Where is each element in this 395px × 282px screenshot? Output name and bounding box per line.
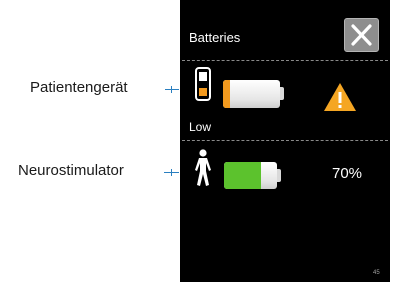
close-x-icon <box>351 24 372 46</box>
patient-device-battery-tip <box>280 87 284 100</box>
patient-device-battery-fill <box>223 80 230 108</box>
row-divider <box>182 140 388 141</box>
device-screen: Batteries Low 70% 45 <box>180 0 390 282</box>
header-divider <box>182 60 388 61</box>
patient-device-battery <box>223 80 280 108</box>
warning-triangle-icon <box>324 83 356 111</box>
version-label: 45 <box>373 270 380 276</box>
patient-device-callout-tick <box>171 86 172 93</box>
patient-device-callout-label: Patientengerät <box>30 79 128 96</box>
neurostimulator-battery-tip <box>277 169 281 182</box>
neurostimulator-battery-fill <box>224 162 262 189</box>
neurostimulator-percent: 70% <box>332 165 363 182</box>
person-icon <box>195 149 211 186</box>
patient-device-callout-line <box>165 89 179 90</box>
neurostimulator-battery <box>224 162 277 189</box>
patient-device-status: Low <box>189 120 212 134</box>
handheld-device-icon <box>195 67 211 101</box>
close-button[interactable] <box>344 18 379 52</box>
neurostimulator-callout-label: Neurostimulator <box>18 162 124 179</box>
neurostimulator-callout-tick <box>171 169 172 176</box>
screen-title: Batteries <box>189 30 241 45</box>
